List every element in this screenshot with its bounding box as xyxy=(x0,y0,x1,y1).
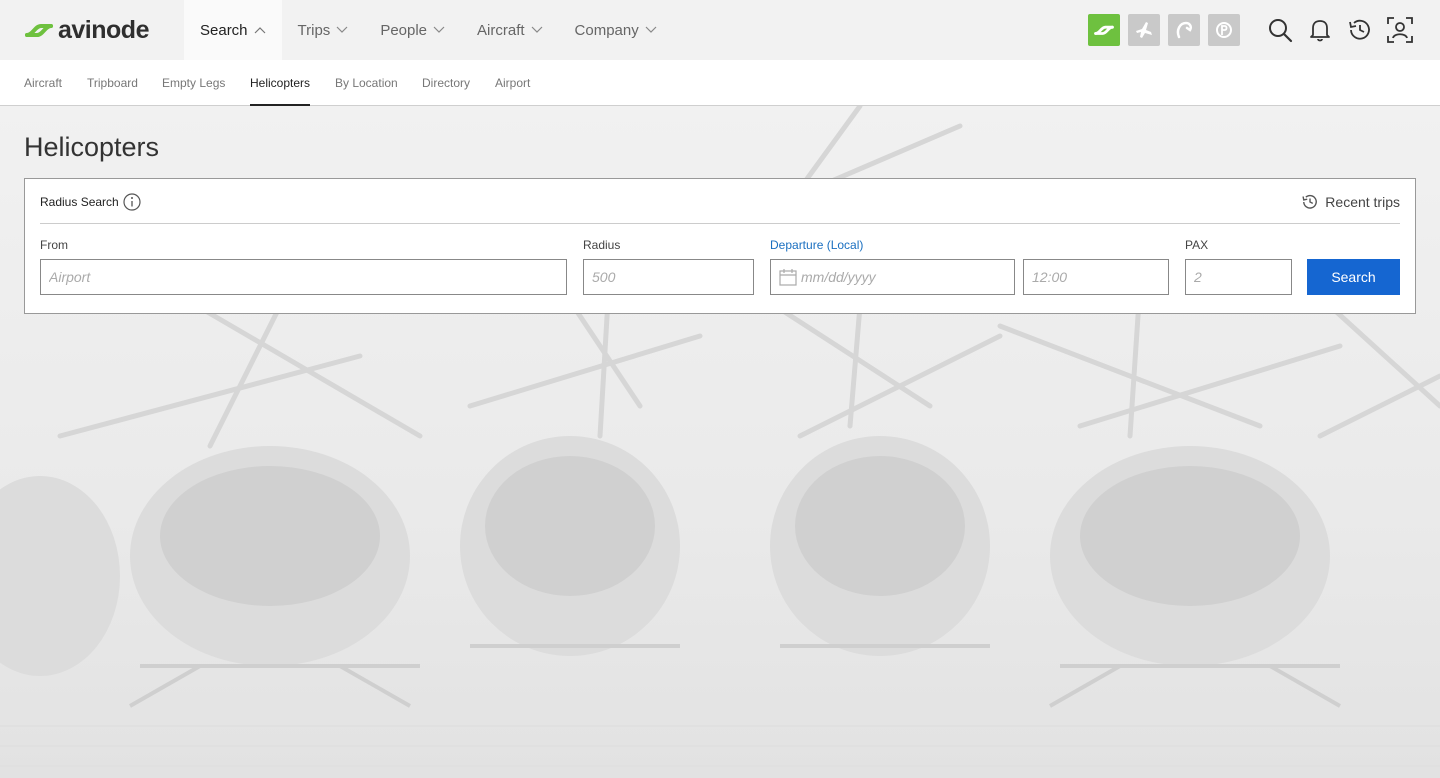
arc-app-icon xyxy=(1176,21,1193,39)
recent-trips-link[interactable]: Recent trips xyxy=(1301,191,1400,213)
recent-trips-label: Recent trips xyxy=(1325,194,1400,210)
chevron-down-icon xyxy=(433,26,445,33)
search-button[interactable]: Search xyxy=(1307,259,1400,295)
chevron-down-icon xyxy=(336,26,348,33)
from-airport-input[interactable] xyxy=(40,259,567,295)
history-icon xyxy=(1349,19,1370,40)
nav-search-label: Search xyxy=(200,21,248,39)
departure-label: Departure (Local) xyxy=(770,238,864,252)
departure-date-field[interactable] xyxy=(770,259,1015,295)
subnav-helicopters[interactable]: Helicopters xyxy=(250,60,311,106)
nav-trips[interactable]: Trips xyxy=(282,0,365,60)
plane-app-button[interactable] xyxy=(1128,14,1160,46)
main-nav: Search Trips People Aircraft Company xyxy=(184,0,673,60)
nav-search[interactable]: Search xyxy=(184,0,282,60)
nav-aircraft[interactable]: Aircraft xyxy=(461,0,559,60)
search-icon xyxy=(1269,19,1293,43)
chevron-down-icon xyxy=(531,26,542,33)
nav-aircraft-label: Aircraft xyxy=(477,21,525,39)
avinode-logo-icon xyxy=(25,24,53,37)
departure-date-input[interactable] xyxy=(801,260,1011,294)
bell-icon xyxy=(1310,20,1330,42)
search-button[interactable] xyxy=(1264,14,1296,46)
paynode-app-button[interactable] xyxy=(1208,14,1240,46)
pax-input[interactable] xyxy=(1185,259,1292,295)
brand-name: avinode xyxy=(58,15,149,44)
calendar-icon[interactable] xyxy=(779,268,797,286)
pax-label: PAX xyxy=(1185,238,1209,252)
avinode-app-button[interactable] xyxy=(1088,14,1120,46)
nav-people-label: People xyxy=(380,21,428,39)
subnav-tripboard[interactable]: Tripboard xyxy=(87,60,138,106)
history-icon xyxy=(1302,194,1318,209)
nav-company-label: Company xyxy=(574,21,639,39)
chevron-down-icon xyxy=(645,26,657,33)
radius-search-heading: Radius Search xyxy=(40,195,119,209)
avinode-logo[interactable]: avinode xyxy=(24,16,149,44)
profile-button[interactable] xyxy=(1384,14,1416,46)
notifications-button[interactable] xyxy=(1304,14,1336,46)
panel-heading: Radius Search xyxy=(40,191,141,213)
nav-company[interactable]: Company xyxy=(559,0,673,60)
avinode-app-icon xyxy=(1094,25,1114,35)
departure-time-input[interactable] xyxy=(1023,259,1169,295)
panel-divider xyxy=(40,223,1400,224)
subnav-directory[interactable]: Directory xyxy=(422,60,470,106)
toolbar xyxy=(1264,14,1416,46)
sub-nav: Aircraft Tripboard Empty Legs Helicopter… xyxy=(0,60,1440,106)
subnav-airport[interactable]: Airport xyxy=(495,60,530,106)
subnav-empty-legs[interactable]: Empty Legs xyxy=(162,60,225,106)
paynode-app-icon xyxy=(1216,22,1232,38)
info-icon[interactable] xyxy=(123,193,141,211)
profile-icon xyxy=(1387,17,1413,43)
top-bar: avinode Search Trips People Aircraft Com… xyxy=(0,0,1440,60)
history-button[interactable] xyxy=(1344,14,1376,46)
page-title: Helicopters xyxy=(24,132,160,162)
plane-app-icon xyxy=(1136,22,1152,38)
chevron-up-icon xyxy=(254,27,265,34)
radius-label: Radius xyxy=(583,238,621,252)
nav-people[interactable]: People xyxy=(364,0,461,60)
app-switcher xyxy=(1088,14,1240,46)
subnav-by-location[interactable]: By Location xyxy=(335,60,398,106)
arc-app-button[interactable] xyxy=(1168,14,1200,46)
from-label: From xyxy=(40,238,68,252)
radius-search-panel: Radius Search Recent trips From Radius D… xyxy=(24,178,1416,314)
radius-input[interactable] xyxy=(583,259,754,295)
nav-trips-label: Trips xyxy=(297,21,331,39)
subnav-aircraft[interactable]: Aircraft xyxy=(24,60,62,106)
